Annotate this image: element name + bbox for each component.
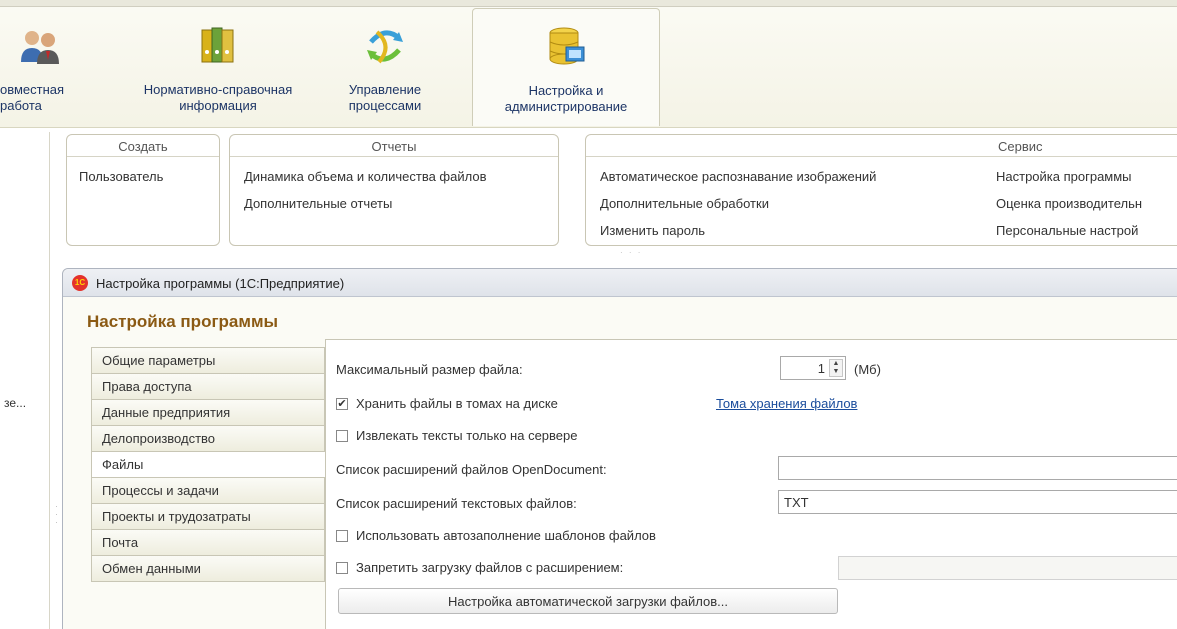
max-file-size-value: 1 xyxy=(817,361,825,376)
panel-resize-grip[interactable]: · · · xyxy=(55,502,58,527)
left-panel-item[interactable]: зе... xyxy=(4,396,26,410)
section-joint-work[interactable]: овместная работа xyxy=(0,8,90,126)
section-label: Управление процессами xyxy=(348,82,422,113)
opendoc-ext-label: Список расширений файлов OpenDocument: xyxy=(336,462,607,477)
tab-files[interactable]: Файлы xyxy=(91,451,327,477)
section-settings-admin[interactable]: Настройка и администрирование xyxy=(472,8,660,126)
window-titlebar[interactable]: 1С Настройка программы (1С:Предприятие) xyxy=(63,269,1177,297)
cmd-personal-settings[interactable]: Персональные настрой xyxy=(996,223,1138,238)
1c-logo-icon: 1С xyxy=(72,275,88,291)
autofill-templates-checkbox[interactable] xyxy=(336,530,348,542)
tab-company-data[interactable]: Данные предприятия xyxy=(91,399,325,425)
max-file-size-unit: (Мб) xyxy=(854,362,881,377)
store-in-volumes-checkbox[interactable]: ✔ xyxy=(336,398,348,410)
group-service: Сервис Автоматическое распознавание изоб… xyxy=(585,134,1177,246)
opendoc-ext-field[interactable] xyxy=(778,456,1177,480)
section-process-management[interactable]: Управление процессами xyxy=(330,8,440,126)
section-label: Нормативно-справочная информация xyxy=(143,82,293,113)
section-reference-info[interactable]: Нормативно-справочная информация xyxy=(118,8,318,126)
cmd-image-recognition[interactable]: Автоматическое распознавание изображений xyxy=(600,169,876,184)
people-icon xyxy=(21,31,59,64)
top-strip xyxy=(0,0,1177,7)
text-ext-field[interactable]: TXT xyxy=(778,490,1177,514)
tab-mail[interactable]: Почта xyxy=(91,529,325,555)
store-in-volumes-label: Хранить файлы в томах на диске xyxy=(356,396,558,411)
divider xyxy=(67,156,219,157)
cmd-create-user[interactable]: Пользователь xyxy=(79,169,163,184)
cmd-additional-processing[interactable]: Дополнительные обработки xyxy=(600,196,769,211)
section-label: Настройка и администрирование xyxy=(504,83,628,114)
process-arrows-icon xyxy=(367,30,403,64)
max-file-size-stepper[interactable]: 1 ▲ ▼ xyxy=(780,356,846,380)
group-title: Создать xyxy=(118,139,168,154)
volumes-link[interactable]: Тома хранения файлов xyxy=(716,396,857,411)
group-reports: Отчеты Динамика объема и количества файл… xyxy=(229,134,559,246)
extract-text-checkbox[interactable] xyxy=(336,430,348,442)
section-label: овместная работа xyxy=(0,82,65,113)
forbid-ext-label: Запретить загрузку файлов с расширением: xyxy=(356,560,624,575)
tab-access-rights[interactable]: Права доступа xyxy=(91,373,325,399)
window-title: Настройка программы (1С:Предприятие) xyxy=(96,276,345,291)
settings-window: 1С Настройка программы (1С:Предприятие) … xyxy=(62,268,1177,629)
text-ext-label: Список расширений текстовых файлов: xyxy=(336,496,577,511)
forbid-ext-checkbox[interactable] xyxy=(336,562,348,574)
tab-projects-labor[interactable]: Проекты и трудозатраты xyxy=(91,503,325,529)
autofill-templates-label: Использовать автозаполнение шаблонов фай… xyxy=(356,528,656,543)
form-title: Настройка программы xyxy=(87,312,279,331)
extract-text-label: Извлекать тексты только на сервере xyxy=(356,428,578,443)
max-file-size-label: Максимальный размер файла: xyxy=(336,362,523,377)
cmd-report-files-dynamics[interactable]: Динамика объема и количества файлов xyxy=(244,169,486,184)
divider xyxy=(586,156,1177,157)
group-title: Сервис xyxy=(998,139,1043,154)
group-create: Создать Пользователь xyxy=(66,134,220,246)
forbid-ext-field xyxy=(838,556,1177,580)
cmd-performance-evaluation[interactable]: Оценка производительн xyxy=(996,196,1142,211)
tab-processes-tasks[interactable]: Процессы и задачи xyxy=(91,477,325,503)
group-title: Отчеты xyxy=(371,139,417,154)
divider xyxy=(230,156,558,157)
cmd-program-settings[interactable]: Настройка программы xyxy=(996,169,1132,184)
divider xyxy=(91,581,325,582)
auto-load-settings-button[interactable]: Настройка автоматической загрузки файлов… xyxy=(338,588,838,614)
panel-resize-grip[interactable]: · · · xyxy=(620,248,642,257)
binders-icon xyxy=(201,27,234,63)
tab-general[interactable]: Общие параметры xyxy=(91,347,325,373)
left-navigation-panel: зе... xyxy=(0,132,50,629)
cmd-additional-reports[interactable]: Дополнительные отчеты xyxy=(244,196,392,211)
database-admin-icon xyxy=(549,27,585,65)
tab-data-exchange[interactable]: Обмен данными xyxy=(91,555,325,581)
files-settings-pane: Максимальный размер файла: 1 ▲ ▼ (Мб) ✔ Х… xyxy=(325,339,1177,629)
cmd-change-password[interactable]: Изменить пароль xyxy=(600,223,705,238)
tab-records-management[interactable]: Делопроизводство xyxy=(91,425,325,451)
sections-panel: овместная работа Нормативно-справочная и… xyxy=(0,0,1177,128)
spin-arrows-icon[interactable]: ▲ ▼ xyxy=(829,359,843,377)
